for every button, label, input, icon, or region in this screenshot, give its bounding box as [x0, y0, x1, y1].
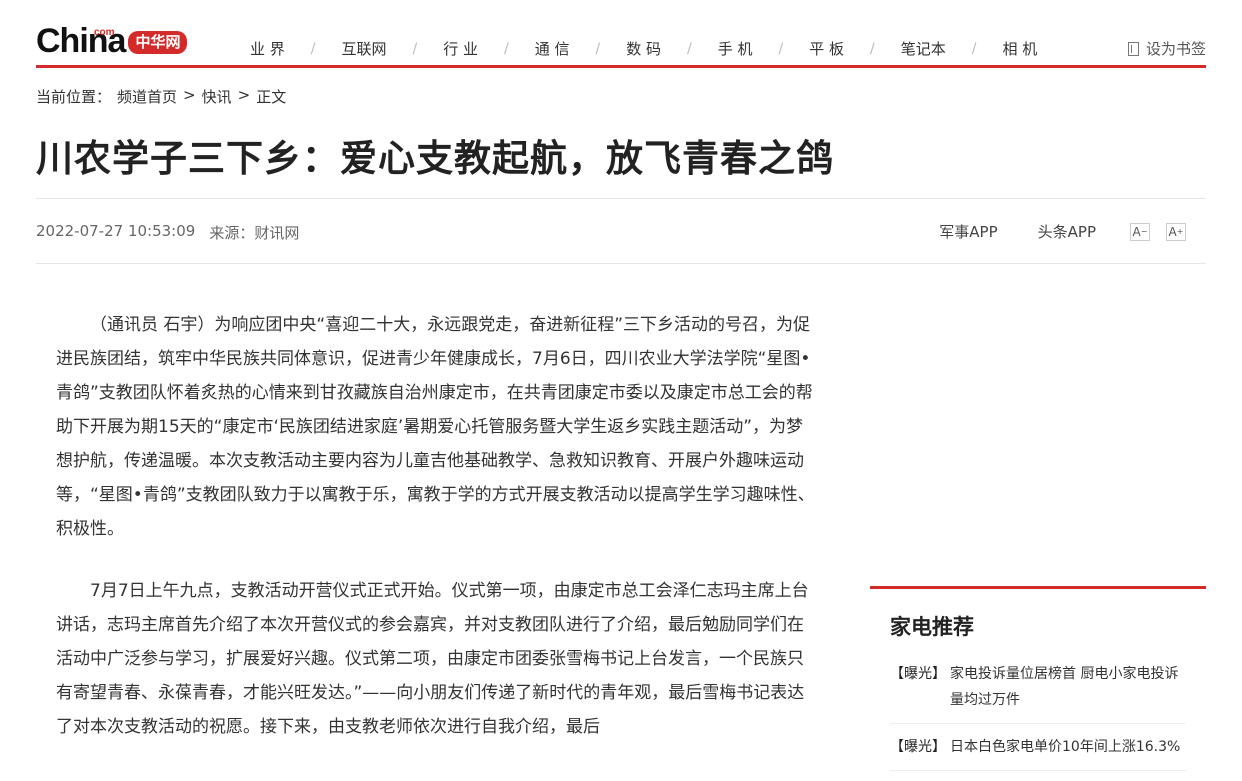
nav-item-camera[interactable]: 相 机	[1002, 38, 1037, 59]
nav-separator: /	[870, 40, 875, 57]
nav-separator: /	[778, 40, 784, 57]
meta-actions: 军事APP 头条APP A − A +	[899, 221, 1186, 242]
item-tag: 【曝光】	[890, 666, 946, 682]
logo-badge: 中华网	[128, 31, 188, 54]
military-app-link[interactable]: 军事APP	[939, 221, 997, 242]
nav-separator: /	[687, 40, 692, 57]
sidebar-title: 家电推荐	[890, 615, 974, 639]
nav-item-sector[interactable]: 行 业	[443, 38, 478, 59]
breadcrumb-item-home[interactable]: 频道首页	[117, 86, 177, 107]
breadcrumb-item-current: 正文	[256, 88, 287, 106]
nav-item-industry[interactable]: 业 界	[250, 38, 285, 59]
logo-com: com	[94, 27, 115, 38]
meta-info: 2022-07-27 10:53:09 来源：财讯网	[36, 222, 299, 243]
logo-wordmark: China com	[36, 24, 126, 58]
breadcrumb: 当前位置： 频道首页 > 快讯 > 正文	[36, 86, 286, 107]
bookmark-button[interactable]: 设为书签	[1127, 38, 1206, 59]
page-title: 川农学子三下乡：爱心支教起航，放飞青春之鸽	[36, 137, 834, 180]
site-header: China com 中华网 业 界 / 互联网 / 行 业 / 通 信 / 数 码…	[36, 0, 1206, 68]
main-nav: 业 界 / 互联网 / 行 业 / 通 信 / 数 码 / 手 机 / 平 板 …	[250, 38, 1037, 59]
sidebar-list: 【曝光】 家电投诉量位居榜首 厨电小家电投诉量均过万件 【曝光】 日本白色家电单…	[890, 661, 1206, 771]
list-item[interactable]: 【曝光】 家电投诉量位居榜首 厨电小家电投诉量均过万件	[890, 661, 1186, 724]
nav-separator: /	[971, 40, 977, 57]
breadcrumb-separator: >	[183, 86, 196, 104]
article-paragraph: 7月7日上午九点，支教活动开营仪式正式开始。仪式第一项，由康定市总工会泽仁志玛主…	[56, 581, 809, 737]
nav-item-laptop[interactable]: 笔记本	[901, 38, 946, 59]
site-logo[interactable]: China com 中华网	[36, 22, 188, 58]
item-text: 家电投诉量位居榜首 厨电小家电投诉量均过万件	[950, 666, 1179, 708]
nav-separator: /	[412, 40, 418, 57]
bookmark-label: 设为书签	[1145, 40, 1206, 58]
nav-item-digital[interactable]: 数 码	[626, 38, 661, 59]
nav-item-telecom[interactable]: 通 信	[535, 38, 570, 59]
article-body: （通讯员 石宇）为响应团中央“喜迎二十大，永远跟党走，奋进新征程”三下乡活动的号…	[56, 308, 816, 772]
nav-separator: /	[504, 40, 509, 57]
breadcrumb-prefix: 当前位置：	[36, 88, 112, 106]
breadcrumb-item-news[interactable]: 快讯	[202, 86, 232, 107]
bookmark-icon	[1127, 41, 1139, 56]
font-decrease-button[interactable]: A −	[1130, 222, 1150, 241]
article-source: 来源：财讯网	[209, 224, 300, 242]
article-paragraph: （通讯员 石宇）为响应团中央“喜迎二十大，永远跟党走，奋进新征程”三下乡活动的号…	[56, 315, 815, 539]
list-item[interactable]: 【曝光】 日本白色家电单价10年间上涨16.3%	[890, 734, 1186, 771]
nav-separator: /	[595, 40, 601, 57]
breadcrumb-separator: >	[237, 86, 251, 104]
toutiao-app-link[interactable]: 头条APP	[1038, 221, 1096, 242]
font-increase-button[interactable]: A +	[1166, 222, 1186, 241]
nav-item-tablet[interactable]: 平 板	[809, 38, 844, 59]
page: China com 中华网 业 界 / 互联网 / 行 业 / 通 信 / 数 码…	[36, 0, 1206, 771]
article-meta: 2022-07-27 10:53:09 来源：财讯网 军事APP 头条APP A…	[36, 198, 1206, 264]
article-datetime: 2022-07-27 10:53:09	[36, 222, 196, 240]
appliance-recommend-panel: 家电推荐 【曝光】 家电投诉量位居榜首 厨电小家电投诉量均过万件 【曝光】 日本…	[870, 586, 1206, 781]
nav-item-mobile[interactable]: 手 机	[718, 38, 753, 59]
nav-item-internet[interactable]: 互联网	[342, 38, 387, 59]
nav-separator: /	[310, 40, 316, 57]
